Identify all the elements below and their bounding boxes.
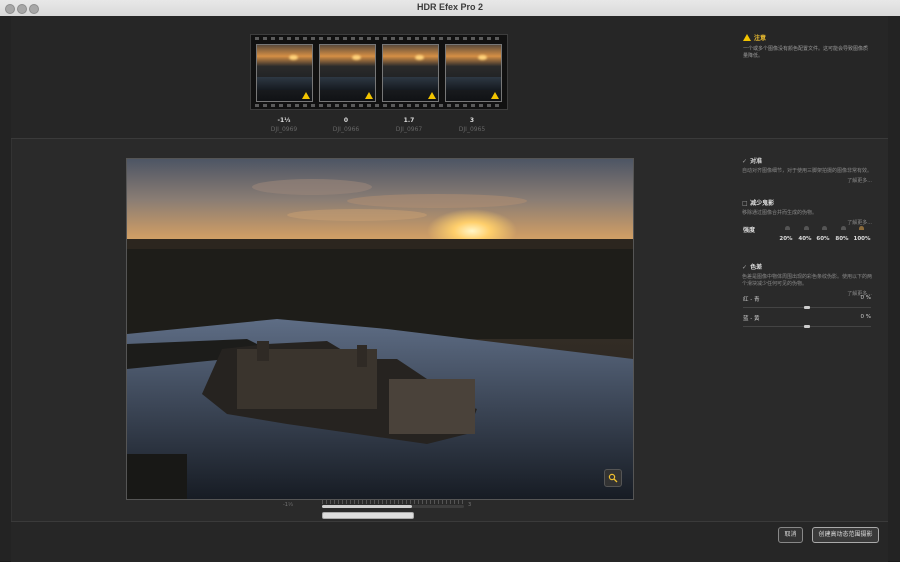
strength-label-20: 20%: [779, 236, 793, 242]
alignment-description: 自动对齐图像细节，对于使用三脚架拍摄的图像非常有效。: [742, 168, 873, 174]
ghost-title: 减少鬼影: [750, 200, 775, 207]
warning-icon: [428, 92, 436, 99]
thumbnail-4[interactable]: [445, 44, 502, 102]
magnifier-icon: [608, 473, 618, 483]
strength-label-100: 100%: [853, 236, 871, 242]
right-background-strip: [888, 16, 900, 561]
strength-label: 强度: [743, 227, 756, 234]
strength-label-60: 60%: [816, 236, 830, 242]
strength-label-80: 80%: [835, 236, 849, 242]
ev-value: -1⅓: [277, 117, 291, 124]
castle-photo: [127, 159, 633, 499]
warning-icon: [365, 92, 373, 99]
preview-image[interactable]: [126, 158, 634, 500]
warning-icon: [302, 92, 310, 99]
file-name: DJI_0965: [458, 126, 486, 133]
red-cyan-value: 0 %: [860, 295, 871, 301]
strength-option-60[interactable]: [822, 226, 827, 230]
film-perforation-top: [255, 37, 503, 40]
chroma-checkbox[interactable]: ✓: [742, 264, 748, 271]
notice-text: 一个或多个图像没有颜色配置文件。这可能会导致图像质量降低。: [743, 46, 869, 59]
red-cyan-row: 红 - 青 0 %: [743, 295, 871, 309]
ghost-learn-more-link[interactable]: 了解更多...: [742, 219, 872, 226]
blue-yellow-value: 0 %: [860, 314, 871, 320]
warning-icon: [491, 92, 499, 99]
alignment-learn-more-link[interactable]: 了解更多...: [742, 177, 872, 184]
warning-triangle-icon: [743, 34, 751, 41]
notice-box: 注意 一个或多个图像没有颜色配置文件。这可能会导致图像质量降低。: [743, 33, 871, 60]
red-cyan-label: 红 - 青: [743, 297, 760, 303]
cancel-button[interactable]: 取消: [778, 527, 803, 543]
red-cyan-knob[interactable]: [804, 306, 810, 309]
ghost-section: □ 减少鬼影 移除通过图像合并而生成的伪物。 了解更多...: [742, 198, 872, 226]
exposure-slider-ticks: [322, 500, 464, 504]
strength-option-100[interactable]: [859, 226, 864, 230]
ghost-checkbox[interactable]: □: [742, 200, 748, 207]
thumbnail-3[interactable]: [382, 44, 439, 102]
blue-yellow-label: 蓝 - 黄: [743, 316, 760, 322]
exposure-caption-1: -1⅓ DJI_0969: [254, 117, 314, 133]
film-perforation-bottom: [255, 104, 503, 107]
window-title: HDR Efex Pro 2: [416, 2, 484, 12]
bottom-bar: [11, 521, 888, 562]
strength-option-20[interactable]: [785, 226, 790, 230]
chroma-section: ✓ 色差 色差是图像中物体周围出现的彩色条纹伪影。使用以下的两个滑块减少任何可见…: [742, 262, 872, 297]
exposure-range-handle[interactable]: [322, 512, 414, 519]
chroma-description: 色差是图像中物体周围出现的彩色条纹伪影。使用以下的两个滑块减少任何可见的伪物。: [742, 274, 873, 287]
create-hdr-button[interactable]: 创建高动态范围摄影: [812, 527, 879, 543]
ev-value: 3: [469, 117, 475, 124]
exposure-min-label: -1⅓: [283, 502, 293, 508]
zoom-button[interactable]: [604, 469, 622, 487]
strength-option-80[interactable]: [841, 226, 846, 230]
ev-value: 0: [343, 117, 349, 124]
strength-option-40[interactable]: [804, 226, 809, 230]
exposure-caption-2: 0 DJI_0966: [316, 117, 376, 133]
alignment-section: ✓ 对准 自动对齐图像细节，对于使用三脚架拍摄的图像非常有效。 了解更多...: [742, 156, 872, 184]
title-bar: HDR Efex Pro 2: [0, 0, 900, 17]
alignment-checkbox[interactable]: ✓: [742, 158, 748, 165]
blue-yellow-row: 蓝 - 黄 0 %: [743, 314, 871, 328]
exposure-caption-4: 3 DJI_0965: [442, 117, 502, 133]
filmstrip: [250, 34, 508, 110]
exposure-slider-range[interactable]: [322, 505, 412, 508]
strength-label-40: 40%: [798, 236, 812, 242]
exposure-caption-3: 1.7 DJI_0967: [379, 117, 439, 133]
exposure-max-label: 3: [468, 502, 472, 508]
chroma-title: 色差: [750, 264, 763, 271]
thumbnail-2[interactable]: [319, 44, 376, 102]
ghost-description: 移除通过图像合并而生成的伪物。: [742, 210, 818, 216]
file-name: DJI_0967: [395, 126, 423, 133]
ev-value: 1.7: [403, 117, 415, 124]
notice-title: 注意: [754, 35, 767, 42]
blue-yellow-knob[interactable]: [804, 325, 810, 328]
alignment-title: 对准: [750, 158, 763, 165]
file-name: DJI_0969: [270, 126, 298, 133]
thumbnail-1[interactable]: [256, 44, 313, 102]
file-name: DJI_0966: [332, 126, 360, 133]
